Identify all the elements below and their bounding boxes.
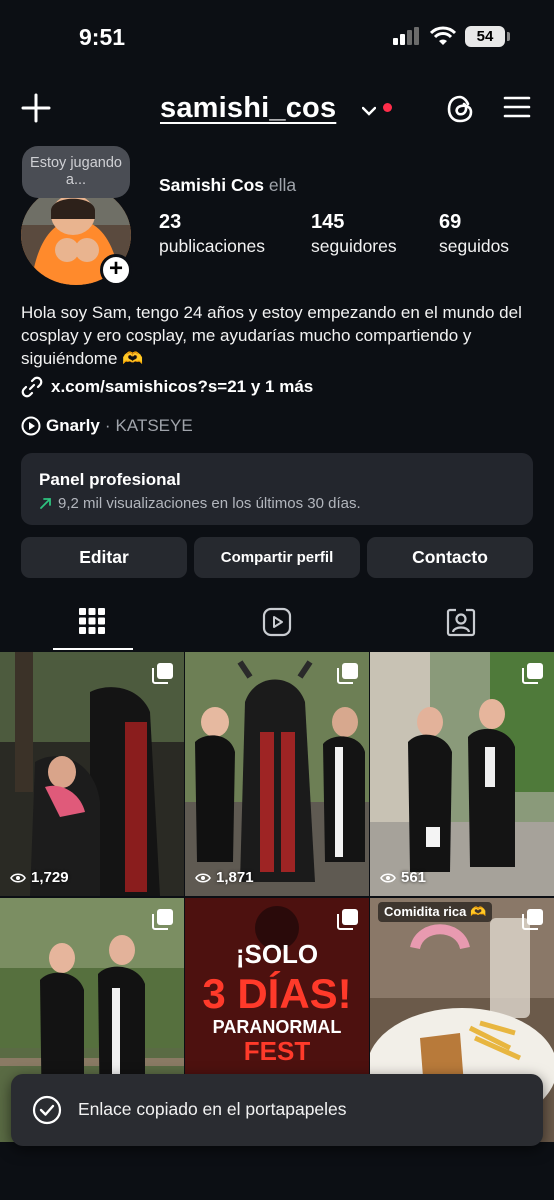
content-tabs — [0, 596, 554, 652]
check-circle-icon — [32, 1095, 62, 1130]
plus-icon — [21, 93, 51, 123]
display-name: Samishi Cos ella — [159, 175, 296, 196]
link-icon — [21, 376, 43, 398]
status-time: 9:51 — [79, 24, 126, 50]
notification-dot — [383, 103, 392, 112]
stat-posts[interactable]: 23 publicaciones — [159, 211, 265, 257]
post-caption-overlay: Comidita rica 🫶 — [378, 902, 493, 922]
tagged-icon — [446, 608, 476, 637]
eye-icon — [380, 872, 396, 883]
view-count: 1,871 — [195, 869, 254, 886]
profile-header: samishi_cos — [0, 84, 554, 134]
profile-music[interactable]: Gnarly · KATSEYE — [21, 416, 193, 436]
view-count-value: 1,871 — [216, 869, 254, 886]
post-thumbnail[interactable]: 561 — [370, 652, 554, 896]
add-story-button[interactable]: + — [100, 254, 132, 286]
poster-line-3: PARANORMAL — [213, 1017, 342, 1037]
professional-dashboard[interactable]: Panel profesional 9,2 mil visualizacione… — [21, 453, 533, 525]
multi-photo-icon — [522, 662, 544, 689]
edit-profile-button[interactable]: Editar — [21, 537, 187, 578]
reels-icon — [262, 607, 292, 637]
view-count: 561 — [380, 869, 426, 886]
wifi-icon — [429, 26, 457, 51]
profile-bio: Hola soy Sam, tengo 24 años y estoy empe… — [21, 303, 522, 368]
pronoun: ella — [268, 175, 297, 195]
panel-title: Panel profesional — [39, 470, 181, 489]
threads-button[interactable] — [446, 93, 476, 130]
play-icon — [21, 416, 41, 436]
grid-icon — [79, 608, 105, 634]
bio-link[interactable]: x.com/samishicos?s=21 y 1 más — [21, 376, 313, 398]
bio-link-text: x.com/samishicos?s=21 y 1 más — [51, 377, 314, 396]
contact-button[interactable]: Contacto — [367, 537, 533, 578]
share-profile-button[interactable]: Compartir perfil — [194, 537, 360, 578]
stat-following-label: seguidos — [439, 236, 510, 256]
stat-following[interactable]: 69 seguidos — [439, 211, 509, 257]
eye-icon — [10, 872, 26, 883]
view-count-value: 1,729 — [31, 869, 69, 886]
username-switcher[interactable]: samishi_cos — [160, 92, 336, 125]
menu-button[interactable] — [503, 95, 531, 124]
cellular-signal-icon — [393, 27, 423, 50]
battery-level: 54 — [465, 26, 505, 47]
panel-subtitle-text: 9,2 mil visualizaciones en los últimos 3… — [58, 495, 361, 512]
chevron-down-icon[interactable] — [361, 103, 377, 121]
tab-posts[interactable] — [0, 596, 185, 652]
stat-following-value: 69 — [439, 211, 462, 233]
hamburger-icon — [503, 96, 531, 118]
stat-posts-value: 23 — [159, 211, 182, 233]
multi-photo-icon — [337, 908, 359, 935]
music-artist: KATSEYE — [115, 416, 193, 435]
view-count-value: 561 — [401, 869, 427, 886]
poster-line-1: ¡SOLO — [236, 939, 318, 969]
tab-reels[interactable] — [184, 596, 369, 652]
toast-message: Enlace copiado en el portapapeles — [78, 1099, 347, 1119]
panel-subtitle: 9,2 mil visualizaciones en los últimos 3… — [39, 495, 515, 512]
status-bar: 9:51 54 — [0, 0, 554, 76]
view-count: 1,729 — [10, 869, 69, 886]
multi-photo-icon — [152, 908, 174, 935]
tab-tagged[interactable] — [368, 596, 553, 652]
music-song: Gnarly — [46, 416, 100, 435]
multi-photo-icon — [152, 662, 174, 689]
display-name-text: Samishi Cos — [159, 175, 265, 195]
poster-line-2: 3 DÍAS! — [202, 970, 351, 1017]
create-post-button[interactable] — [20, 92, 52, 124]
multi-photo-icon — [337, 662, 359, 689]
battery-tip — [507, 32, 510, 41]
post-thumbnail[interactable]: 1,871 — [185, 652, 369, 896]
music-separator: · — [104, 416, 111, 435]
poster-line-4: FEST — [244, 1036, 311, 1066]
post-thumbnail[interactable]: 1,729 — [0, 652, 184, 896]
multi-photo-icon — [522, 908, 544, 935]
stat-followers[interactable]: 145 seguidores — [311, 211, 397, 257]
stat-posts-label: publicaciones — [159, 236, 266, 256]
eye-icon — [195, 872, 211, 883]
trend-up-arrow-icon — [40, 498, 51, 509]
profile-note-bubble[interactable]: Estoy jugando a... — [22, 146, 130, 198]
stat-followers-label: seguidores — [311, 236, 397, 256]
threads-icon — [447, 95, 473, 123]
stat-followers-value: 145 — [311, 211, 345, 233]
clipboard-toast: Enlace copiado en el portapapeles — [11, 1074, 543, 1146]
